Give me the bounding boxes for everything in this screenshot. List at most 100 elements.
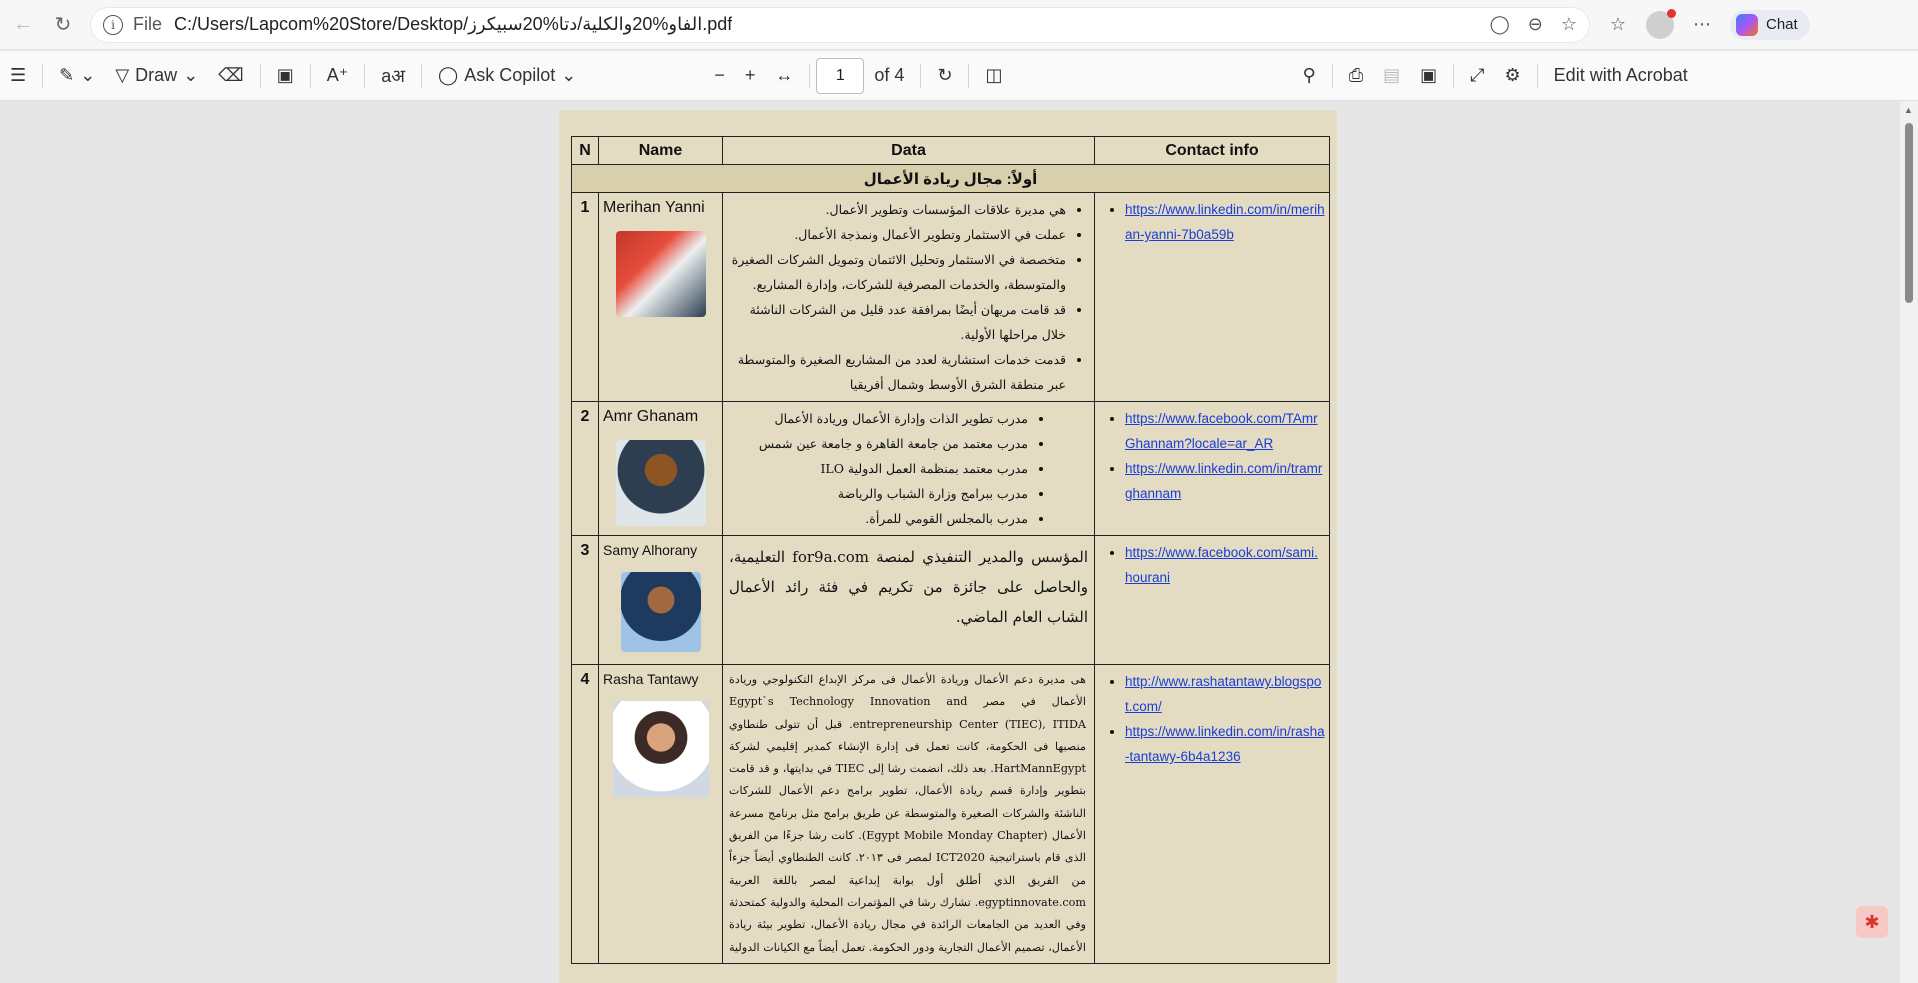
col-header-data: Data — [722, 136, 1095, 165]
section-title: أولاً: مجال ريادة الأعمال — [571, 164, 1330, 193]
acrobat-float-icon[interactable]: ✱ — [1856, 906, 1888, 938]
highlight-button[interactable]: ✎ ⌄ — [49, 58, 105, 94]
chevron-down-icon: ⌄ — [183, 65, 199, 85]
divider — [1536, 63, 1538, 88]
copilot-icon: ◯ — [438, 65, 459, 85]
search-icon[interactable]: ⚲ — [1293, 58, 1326, 94]
fullscreen-icon[interactable]: ⤢ — [1460, 58, 1494, 94]
speaker-name: Rasha Tantawy — [603, 671, 699, 687]
divider — [309, 63, 311, 88]
col-header-name: Name — [598, 136, 723, 165]
data-item: قدمت خدمات استشارية لعدد من المشاريع الص… — [729, 347, 1066, 397]
divider — [421, 63, 423, 88]
copilot-addr-icon[interactable]: ◯ — [1490, 14, 1510, 35]
data-item: مدرب بالمجلس القومي للمرأة. — [729, 506, 1028, 531]
chat-label: Chat — [1766, 16, 1798, 33]
table-of-contents-icon[interactable]: ☰ — [0, 58, 36, 94]
speaker-name-cell: Merihan Yanni — [598, 192, 723, 402]
data-item: مدرب معتمد من جامعة القاهرة و جامعة عين … — [729, 431, 1028, 456]
data-item: مدرب تطوير الذات وإدارة الأعمال وريادة ا… — [729, 406, 1028, 431]
chevron-down-icon: ⌄ — [561, 65, 577, 85]
speaker-name: Samy Alhorany — [603, 542, 698, 558]
speaker-photo — [615, 231, 706, 317]
col-header-n: N — [571, 136, 599, 165]
back-arrow-icon[interactable]: ← — [6, 8, 40, 42]
contact-link[interactable]: https://www.facebook.com/sami.hourani — [1125, 545, 1318, 585]
page-total: of 4 — [874, 65, 905, 85]
page-view-icon[interactable]: ◫ — [975, 58, 1012, 94]
chat-button[interactable]: Chat — [1730, 9, 1810, 40]
browser-toolbar: ← ↻ i File C:/Users/Lapcom%20Store/Deskt… — [0, 0, 1918, 50]
divider — [809, 63, 811, 88]
divider — [1331, 63, 1333, 88]
edit-with-acrobat-button[interactable]: Edit with Acrobat — [1544, 58, 1698, 94]
data-item: مدرب ببرامج وزارة الشباب والرياضة — [729, 481, 1028, 506]
speaker-data-cell: المؤسس والمدير التنفيذي لمنصة for9a.com … — [722, 535, 1095, 665]
fit-to-width-icon[interactable]: ↔ — [765, 58, 803, 94]
speaker-name-cell: Rasha Tantawy — [598, 664, 723, 964]
ask-copilot-button[interactable]: ◯ Ask Copilot ⌄ — [428, 58, 586, 94]
data-item: متخصصة في الاستثمار وتحليل الائتمان وتمو… — [729, 247, 1066, 297]
contact-link[interactable]: https://www.linkedin.com/in/merihan-yann… — [1125, 202, 1325, 242]
info-icon[interactable]: i — [103, 14, 123, 35]
speaker-photo — [612, 701, 709, 797]
speaker-data-cell: هي مديرة علاقات المؤسسات وتطوير الأعمال.… — [722, 192, 1095, 402]
pdf-page: N Name Data Contact info أولاً: مجال ريا… — [559, 110, 1337, 983]
favorites-icon[interactable]: ☆ — [1604, 11, 1632, 39]
contact-link[interactable]: https://www.linkedin.com/in/rasha-tantaw… — [1125, 724, 1325, 764]
save-as-icon[interactable]: ▣ — [1410, 58, 1447, 94]
copilot-logo-icon — [1736, 13, 1758, 36]
contact-link[interactable]: http://www.rashatantawy.blogspot.com/ — [1125, 674, 1321, 714]
divider — [259, 63, 261, 88]
highlighter-icon: ✎ — [59, 65, 75, 85]
pen-icon: ▽ — [115, 65, 130, 85]
profile-avatar[interactable] — [1646, 8, 1676, 39]
speaker-name-cell: Samy Alhorany — [598, 535, 723, 665]
section-row: أولاً: مجال ريادة الأعمال — [571, 164, 1330, 193]
data-item: قد قامت مريهان أيضًا بمرافقة عدد قليل من… — [729, 297, 1066, 347]
zoom-in-button[interactable]: + — [735, 58, 766, 94]
draw-button[interactable]: ▽ Draw ⌄ — [105, 58, 208, 94]
eraser-icon[interactable]: ⌫ — [208, 58, 253, 94]
table-row: 1 Merihan Yanni هي مديرة علاقات المؤسسات… — [571, 192, 1330, 402]
translate-icon[interactable]: aअ — [371, 58, 415, 94]
contact-link[interactable]: https://www.linkedin.com/in/tramrghannam — [1125, 461, 1322, 501]
data-item: مدرب معتمد بمنظمة العمل الدولية ILO — [729, 456, 1028, 481]
url-text[interactable]: C:/Users/Lapcom%20Store/Desktop/الفاو%20… — [174, 14, 732, 35]
favorite-star-icon[interactable]: ☆ — [1561, 14, 1577, 35]
speaker-name: Amr Ghanam — [603, 408, 699, 425]
scroll-up-arrow-icon[interactable]: ▲ — [1904, 105, 1913, 115]
row-number: 4 — [571, 664, 599, 964]
scrollbar-thumb[interactable] — [1905, 123, 1913, 303]
address-bar[interactable]: i File C:/Users/Lapcom%20Store/Desktop/ا… — [90, 6, 1590, 43]
page-number-input[interactable]: 1 — [816, 57, 865, 94]
speaker-name-cell: Amr Ghanam — [598, 401, 723, 536]
vertical-scrollbar[interactable]: ▲ — [1900, 101, 1918, 983]
table-row: 3 Samy Alhorany المؤسس والمدير التنفيذي … — [571, 535, 1330, 665]
speaker-data-cell: هى مديرة دعم الأعمال وريادة الأعمال فى م… — [722, 664, 1095, 964]
rotate-icon[interactable]: ↻ — [927, 58, 962, 94]
zoom-out-icon[interactable]: ⊖ — [1528, 14, 1543, 35]
table-row: 4 Rasha Tantawy هى مديرة دعم الأعمال وري… — [571, 664, 1330, 964]
contact-link[interactable]: https://www.facebook.com/TAmrGhannam?loc… — [1125, 411, 1318, 451]
ask-copilot-label: Ask Copilot — [464, 65, 556, 85]
settings-gear-icon[interactable]: ⚙ — [1495, 58, 1531, 94]
zoom-out-button[interactable]: − — [704, 58, 735, 94]
read-aloud-icon[interactable]: A⁺ — [317, 58, 359, 94]
notification-dot — [1667, 8, 1676, 18]
data-item: عملت في الاستثمار وتطوير الأعمال ونمذجة … — [729, 222, 1066, 247]
col-header-contact: Contact info — [1094, 136, 1330, 165]
more-menu-icon[interactable]: ⋯ — [1688, 11, 1716, 39]
refresh-icon[interactable]: ↻ — [46, 8, 80, 42]
save-icon[interactable]: ▤ — [1373, 58, 1410, 94]
row-number: 1 — [571, 192, 599, 402]
draw-label: Draw — [135, 65, 178, 85]
pdf-viewer[interactable]: N Name Data Contact info أولاً: مجال ريا… — [0, 101, 1918, 983]
divider — [364, 63, 366, 88]
pdf-toolbar: ☰ ✎ ⌄ ▽ Draw ⌄ ⌫ ▣ A⁺ aअ ◯ Ask Copilot ⌄ − + … — [0, 51, 1918, 101]
text-box-icon[interactable]: ▣ — [267, 58, 304, 94]
print-icon[interactable]: ⎙ — [1339, 58, 1373, 94]
divider — [1453, 63, 1455, 88]
speaker-name: Merihan Yanni — [603, 199, 705, 216]
